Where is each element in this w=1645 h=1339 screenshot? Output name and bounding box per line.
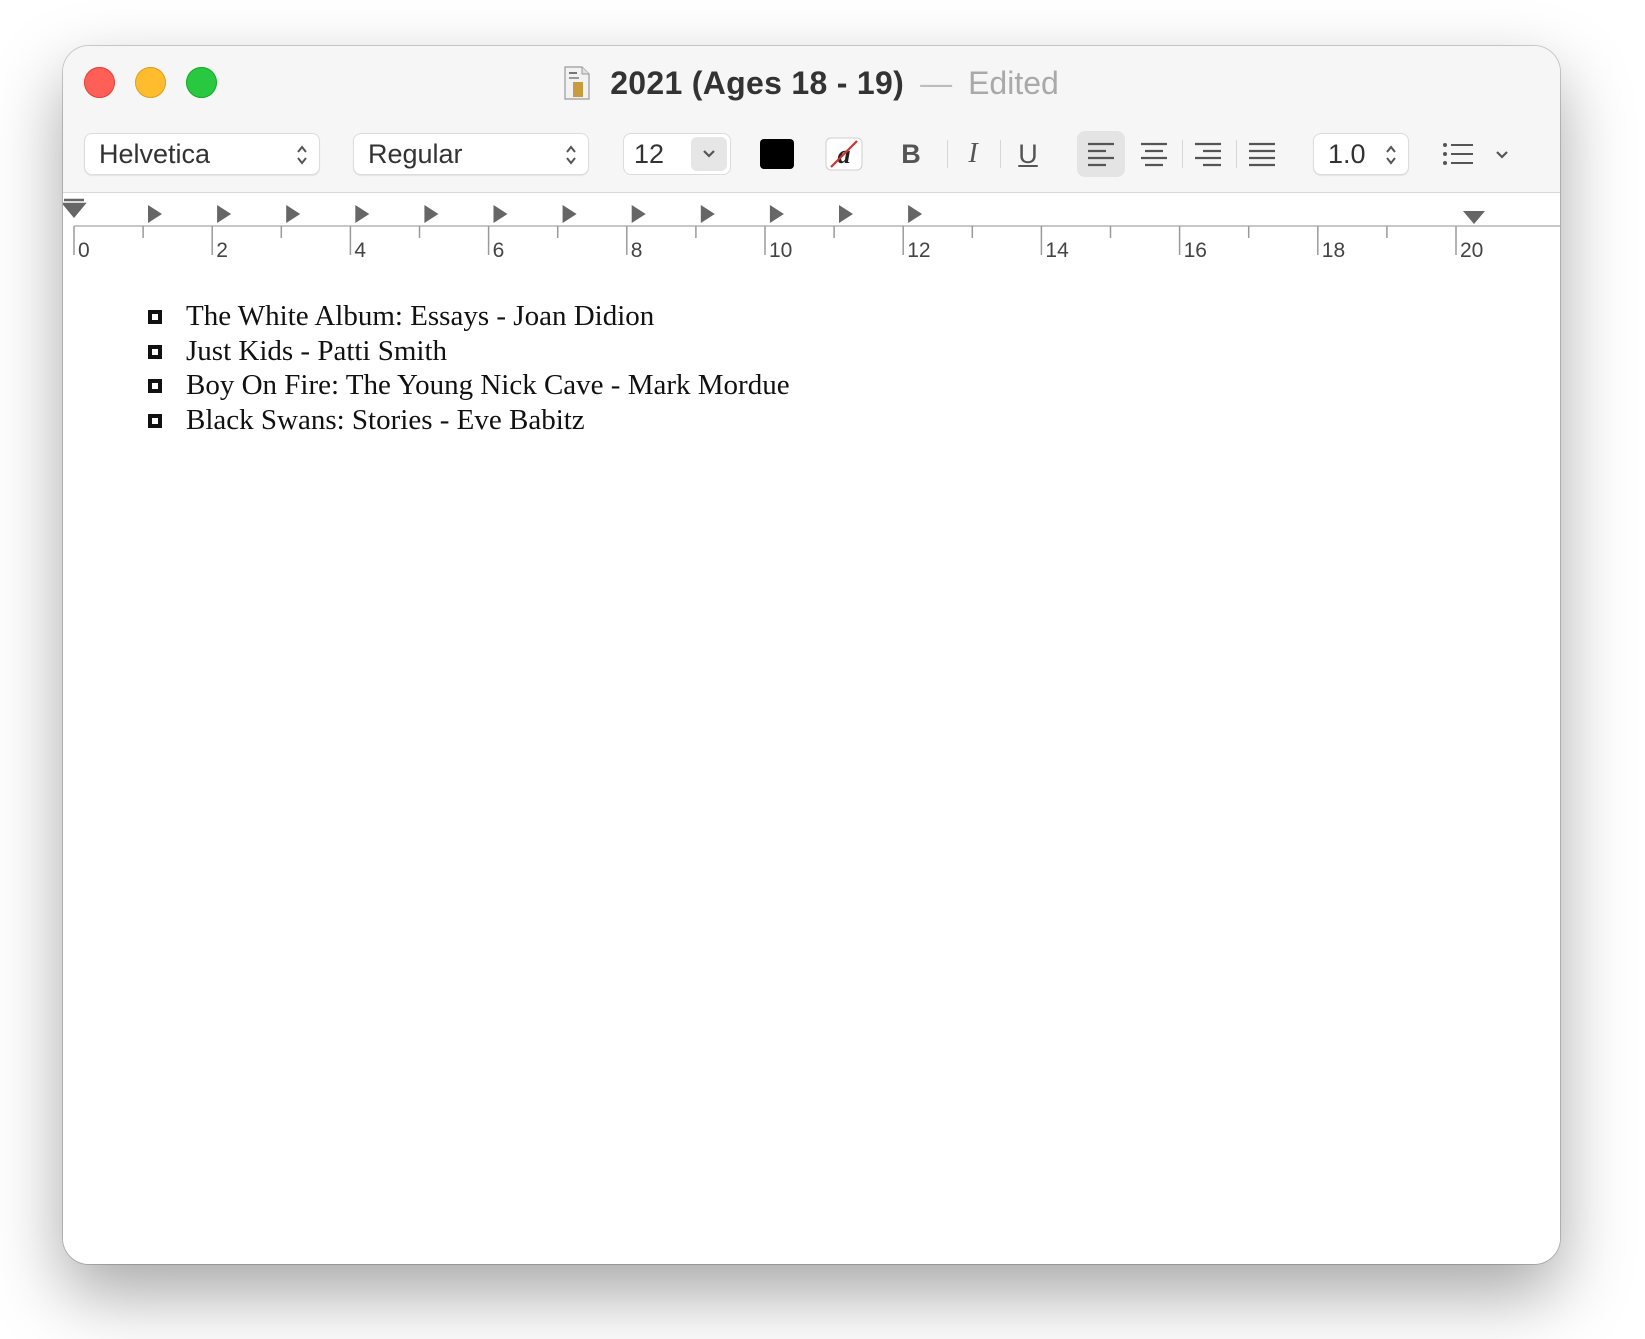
underline-button[interactable]: U bbox=[1008, 131, 1048, 177]
bold-button[interactable]: B bbox=[891, 131, 931, 177]
list-style-button[interactable] bbox=[1441, 131, 1525, 177]
document-icon[interactable] bbox=[564, 66, 590, 100]
textedit-window: 2021 (Ages 18 - 19) — Edited Helvetica R… bbox=[63, 46, 1560, 1264]
title-bar: 2021 (Ages 18 - 19) — Edited bbox=[63, 60, 1560, 106]
divider bbox=[1000, 140, 1001, 168]
up-down-chevron-icon bbox=[1386, 145, 1396, 165]
text-color-swatch bbox=[760, 139, 794, 169]
right-margin-marker bbox=[1463, 211, 1485, 224]
edited-status: Edited bbox=[968, 64, 1059, 101]
list-item-text: Black Swans: Stories - Eve Babitz bbox=[186, 403, 585, 436]
no-background-color-icon: a bbox=[825, 137, 863, 171]
align-left-button[interactable] bbox=[1077, 131, 1125, 177]
tab-stop-marker bbox=[286, 205, 301, 223]
font-family-popup[interactable]: Helvetica bbox=[84, 133, 320, 175]
list-item-text: Just Kids - Patti Smith bbox=[186, 334, 448, 367]
document-body[interactable]: The White Album: Essays - Joan Didion Jus… bbox=[63, 271, 1560, 1264]
font-style-value: Regular bbox=[368, 139, 463, 169]
tab-stop-marker bbox=[631, 205, 646, 223]
list-item: Boy On Fire: The Young Nick Cave - Mark … bbox=[148, 368, 790, 403]
tab-stop-marker bbox=[355, 205, 370, 223]
up-down-chevron-icon bbox=[297, 145, 307, 165]
ruler-label: 0 bbox=[78, 239, 90, 262]
up-down-chevron-icon bbox=[566, 145, 576, 165]
justify-button[interactable] bbox=[1239, 131, 1285, 177]
align-right-button[interactable] bbox=[1185, 131, 1231, 177]
square-bullet-icon bbox=[148, 310, 162, 324]
tab-stop-marker bbox=[493, 205, 508, 223]
ruler-label: 6 bbox=[493, 239, 505, 262]
list-item: Black Swans: Stories - Eve Babitz bbox=[148, 403, 790, 438]
square-bullet-icon bbox=[148, 379, 162, 393]
ruler[interactable]: 0 2 4 6 8 10 12 14 16 18 20 bbox=[63, 192, 1560, 272]
divider bbox=[1236, 140, 1237, 168]
ruler-label: 18 bbox=[1322, 239, 1345, 262]
tab-stop-marker bbox=[700, 205, 715, 223]
ruler-label: 4 bbox=[354, 239, 366, 262]
font-size-dropdown-button[interactable] bbox=[691, 137, 727, 171]
divider bbox=[1182, 140, 1183, 168]
text-color-well[interactable] bbox=[757, 131, 797, 177]
font-style-popup[interactable]: Regular bbox=[353, 133, 589, 175]
ruler-label: 8 bbox=[631, 239, 643, 262]
bulleted-list-icon bbox=[1443, 143, 1508, 165]
italic-button[interactable]: I bbox=[953, 131, 993, 177]
ruler-label: 16 bbox=[1184, 239, 1207, 262]
tab-stop-marker bbox=[148, 205, 162, 223]
background-color-well[interactable]: a bbox=[823, 131, 865, 177]
tab-stop-marker bbox=[839, 205, 853, 223]
bulleted-list: The White Album: Essays - Joan Didion Jus… bbox=[148, 299, 790, 437]
list-item: Just Kids - Patti Smith bbox=[148, 334, 790, 369]
justify-icon bbox=[1249, 142, 1275, 167]
left-indent-marker bbox=[63, 198, 87, 218]
tab-stop-marker bbox=[562, 205, 577, 223]
chevron-down-icon bbox=[703, 150, 715, 158]
window-toolbar: 2021 (Ages 18 - 19) — Edited Helvetica R… bbox=[63, 46, 1560, 192]
line-spacing-popup[interactable]: 1.0 bbox=[1313, 133, 1409, 175]
tab-stop-marker bbox=[908, 205, 923, 223]
ruler-label: 14 bbox=[1045, 239, 1069, 262]
tab-stop-marker bbox=[217, 205, 232, 223]
align-center-icon bbox=[1141, 142, 1167, 167]
ruler-scale: 0 2 4 6 8 10 12 14 16 18 20 bbox=[63, 198, 1560, 262]
ruler-label: 20 bbox=[1460, 239, 1483, 262]
ruler-label: 2 bbox=[216, 239, 228, 262]
window-title: 2021 (Ages 18 - 19) bbox=[610, 64, 905, 101]
align-left-icon bbox=[1088, 142, 1114, 167]
font-family-value: Helvetica bbox=[99, 139, 211, 169]
ruler-label: 12 bbox=[907, 239, 930, 262]
tab-stop-marker bbox=[769, 205, 784, 223]
font-size-value: 12 bbox=[634, 139, 665, 169]
line-spacing-value: 1.0 bbox=[1328, 139, 1366, 169]
font-size-combobox[interactable]: 12 bbox=[623, 133, 731, 175]
list-item-text: Boy On Fire: The Young Nick Cave - Mark … bbox=[186, 369, 790, 401]
align-center-button[interactable] bbox=[1131, 131, 1177, 177]
divider bbox=[947, 140, 948, 168]
list-item: The White Album: Essays - Joan Didion bbox=[148, 299, 790, 334]
align-right-icon bbox=[1195, 142, 1221, 167]
tab-stop-marker bbox=[424, 205, 439, 223]
ruler-label: 10 bbox=[769, 239, 792, 262]
square-bullet-icon bbox=[148, 344, 162, 359]
title-separator: — bbox=[920, 64, 953, 101]
square-bullet-icon bbox=[148, 413, 162, 428]
list-item-text: The White Album: Essays - Joan Didion bbox=[186, 300, 655, 332]
